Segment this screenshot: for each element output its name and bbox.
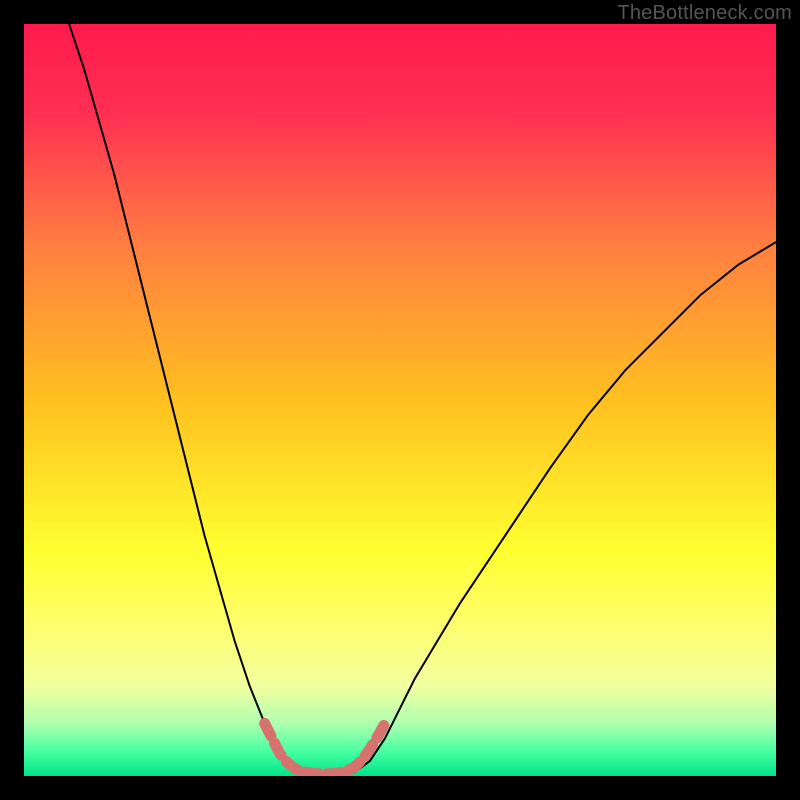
chart-svg <box>24 24 776 776</box>
chart-frame: TheBottleneck.com <box>0 0 800 800</box>
plot-area <box>24 24 776 776</box>
gradient-background <box>24 24 776 776</box>
watermark-text: TheBottleneck.com <box>617 2 792 25</box>
